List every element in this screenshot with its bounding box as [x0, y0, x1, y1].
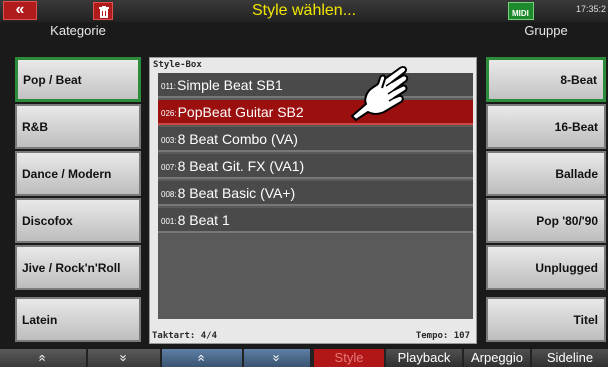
style-list-item[interactable]: 001: 8 Beat 1	[158, 208, 473, 233]
category-button-jive-rocknroll[interactable]: Jive / Rock'n'Roll	[15, 245, 141, 290]
style-list-item[interactable]: 007: 8 Beat Git. FX (VA1)	[158, 154, 473, 179]
midi-label: MIDI	[512, 9, 529, 18]
style-list-item[interactable]: 011: Simple Beat SB1	[158, 73, 473, 98]
style-box-footer: Taktart: 4/4 Tempo: 107	[150, 331, 476, 344]
scroll-up-left-button[interactable]: «	[0, 349, 86, 367]
scroll-down-list-button[interactable]: »	[244, 349, 310, 367]
style-tab[interactable]: Style	[314, 349, 384, 367]
clock: 17:35:2	[575, 4, 606, 14]
group-button-unplugged[interactable]: Unplugged	[486, 245, 606, 290]
category-button-latein[interactable]: Latein	[15, 297, 141, 342]
group-button-8-beat[interactable]: 8-Beat	[486, 57, 606, 102]
group-button-titel[interactable]: Titel	[486, 297, 606, 342]
top-bar: « Style wählen... MIDI 17:35:2	[0, 0, 608, 22]
category-button-discofox[interactable]: Discofox	[15, 198, 141, 243]
bottom-bar: « » « » Style Playback Arpeggio Sideline	[0, 349, 608, 367]
category-button-pop-beat[interactable]: Pop / Beat	[15, 57, 141, 102]
group-header: Gruppe	[524, 23, 568, 38]
style-list[interactable]: 011: Simple Beat SB1 026: PopBeat Guitar S…	[158, 73, 473, 319]
taktart-label: Taktart: 4/4	[152, 331, 218, 341]
playback-tab[interactable]: Playback	[386, 349, 462, 367]
pointing-hand-icon	[351, 65, 409, 121]
sideline-tab[interactable]: Sideline	[532, 349, 608, 367]
scroll-up-list-button[interactable]: «	[162, 349, 242, 367]
style-box: Style-Box 011: Simple Beat SB1 026: PopBea…	[149, 57, 477, 344]
style-box-title: Style-Box	[153, 60, 202, 70]
group-button-pop-80-90[interactable]: Pop '80/'90	[486, 198, 606, 243]
category-button-rnb[interactable]: R&B	[15, 104, 141, 149]
style-list-item[interactable]: 003: 8 Beat Combo (VA)	[158, 127, 473, 152]
style-list-item-selected[interactable]: 026: PopBeat Guitar SB2	[158, 100, 473, 125]
scroll-down-left-button[interactable]: »	[88, 349, 160, 367]
tempo-label: Tempo: 107	[415, 331, 470, 341]
style-list-item[interactable]: 008: 8 Beat Basic (VA+)	[158, 181, 473, 206]
category-button-dance-modern[interactable]: Dance / Modern	[15, 151, 141, 196]
group-button-16-beat[interactable]: 16-Beat	[486, 104, 606, 149]
category-header: Kategorie	[50, 23, 106, 38]
group-button-ballade[interactable]: Ballade	[486, 151, 606, 196]
midi-status-icon[interactable]: MIDI	[508, 2, 534, 20]
arpeggio-tab[interactable]: Arpeggio	[464, 349, 530, 367]
